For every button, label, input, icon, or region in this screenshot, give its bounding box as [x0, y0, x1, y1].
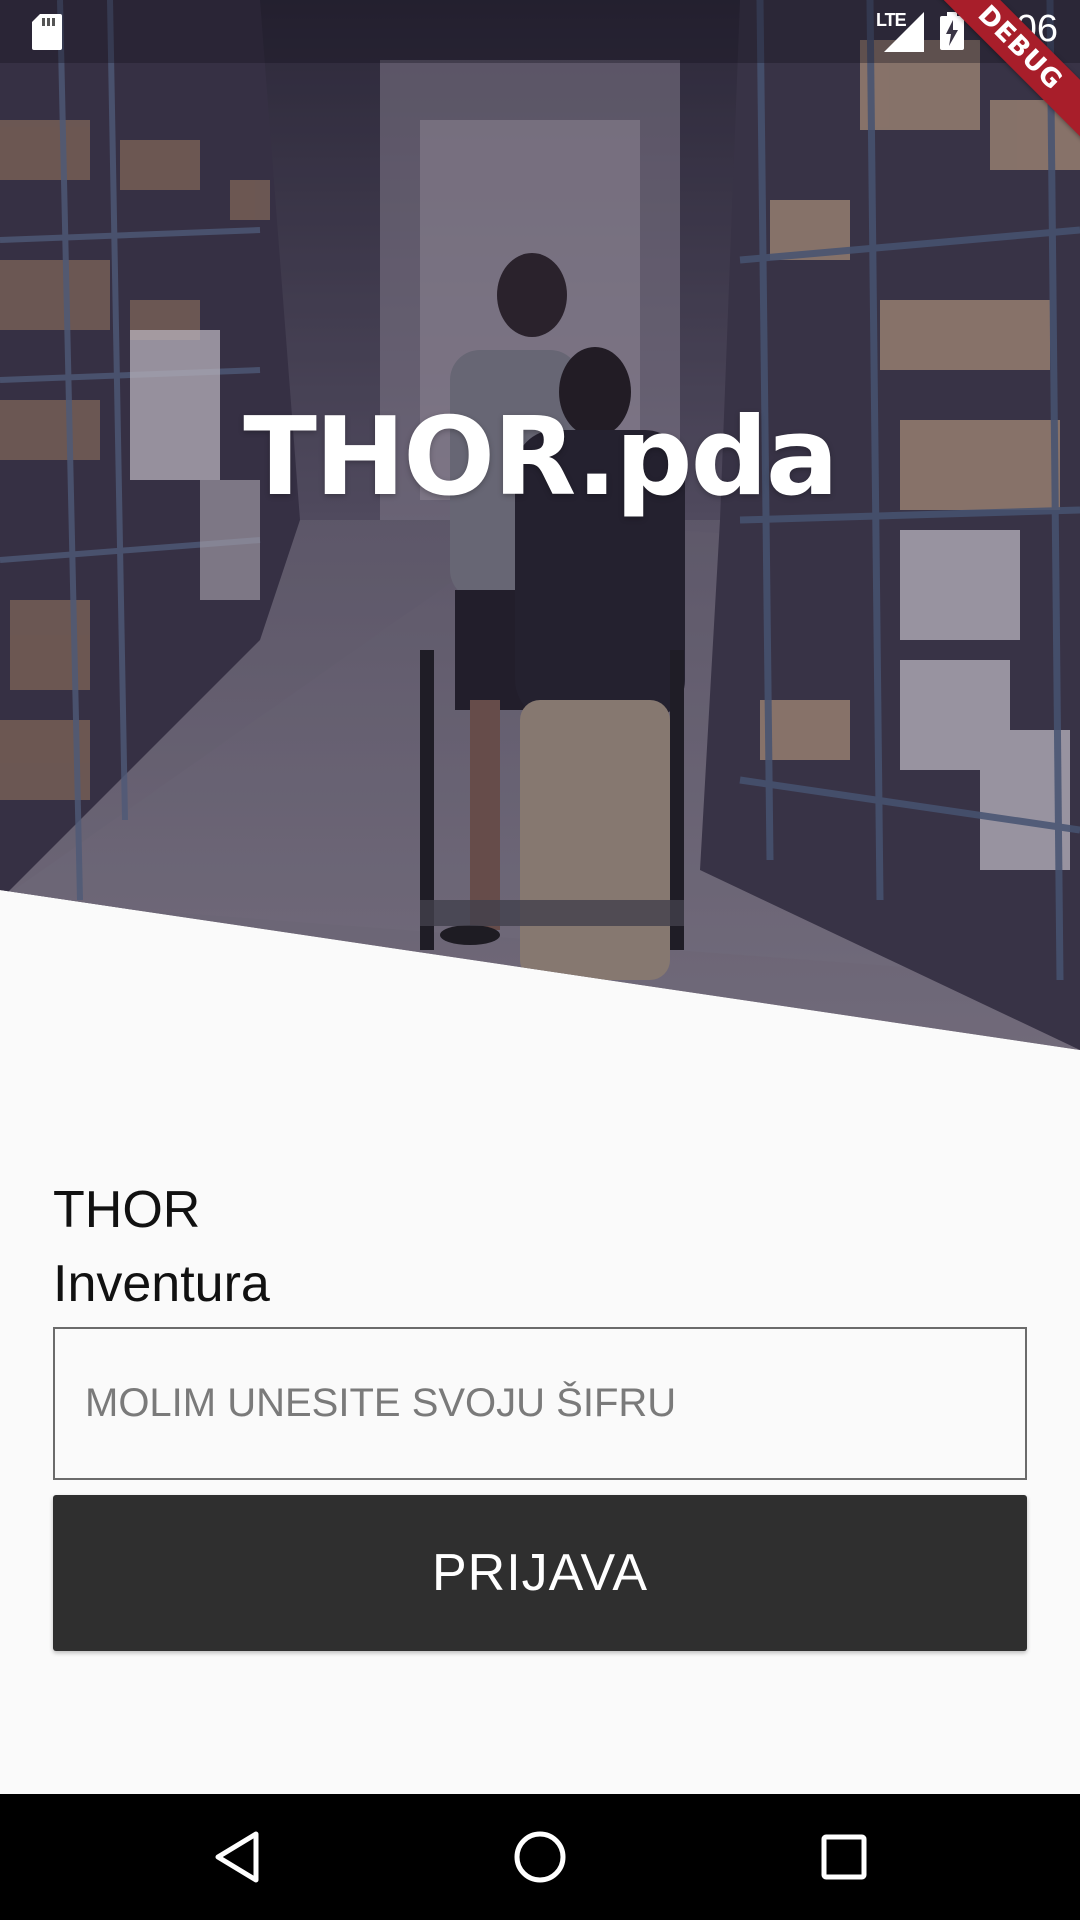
login-screen: THOR.pda LTE 3:06 DEBUG THOR Inventura P… [0, 0, 1080, 1920]
status-bar: LTE 3:06 DEBUG [0, 0, 1080, 155]
sd-card-icon [32, 14, 62, 50]
app-logo-title: THOR.pda [243, 395, 839, 520]
home-icon [514, 1831, 566, 1883]
recents-icon [821, 1834, 867, 1880]
recents-button[interactable] [764, 1794, 924, 1920]
module-name-label: Inventura [53, 1255, 270, 1313]
battery-charging-icon [940, 12, 964, 50]
back-button[interactable] [157, 1794, 317, 1920]
login-button[interactable]: PRIJAVA [53, 1495, 1027, 1651]
navigation-bar [0, 1794, 1080, 1920]
app-name-label: THOR [53, 1181, 201, 1239]
signal-icon [884, 12, 924, 52]
back-icon [215, 1831, 259, 1883]
hero-banner: THOR.pda [0, 0, 1080, 1050]
password-input[interactable] [53, 1327, 1027, 1480]
warehouse-background-image [0, 0, 1080, 1050]
home-button[interactable] [460, 1794, 620, 1920]
